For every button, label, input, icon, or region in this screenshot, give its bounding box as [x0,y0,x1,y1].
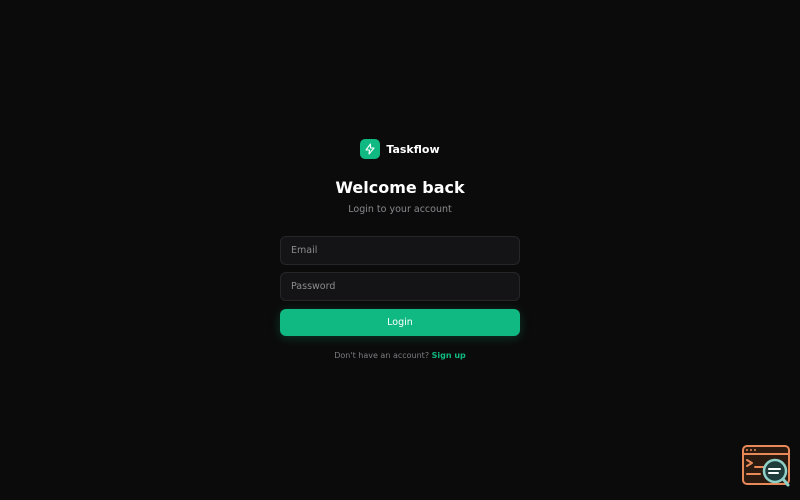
brand-name: Taskflow [386,142,440,156]
login-button[interactable]: Login [280,309,520,336]
page-title: Welcome back [335,178,465,197]
brand: Taskflow [0,137,800,161]
page-subtitle: Login to your account [348,204,452,215]
lightning-bolt-icon [360,139,381,159]
signup-link[interactable]: Sign up [432,351,466,360]
email-field[interactable] [280,236,520,265]
signup-prompt: Don't have an account? Sign up [0,350,800,362]
password-field[interactable] [280,272,520,301]
terminal-search-icon[interactable] [742,445,790,487]
signup-prompt-text: Don't have an account? [334,351,430,360]
login-page: Taskflow Welcome back Login to your acco… [0,0,800,500]
